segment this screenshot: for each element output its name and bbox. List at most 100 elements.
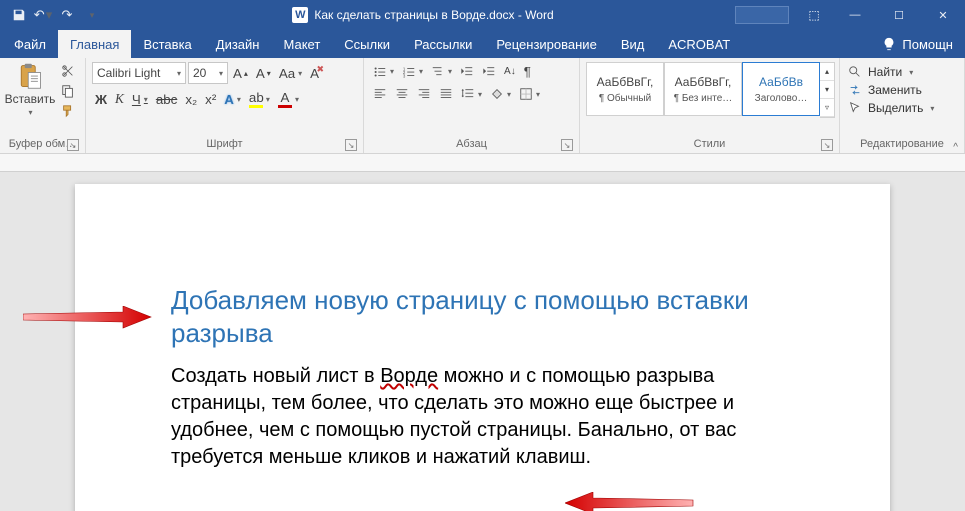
document-heading[interactable]: Добавляем новую страницу с помощью встав… bbox=[171, 284, 814, 349]
cursor-icon bbox=[848, 101, 862, 115]
styles-gallery-nav: ▴ ▾ ▿ bbox=[820, 62, 835, 118]
font-size-combo[interactable]: 20▾ bbox=[188, 62, 228, 84]
ribbon-tabs: Файл Главная Вставка Дизайн Макет Ссылки… bbox=[0, 30, 965, 58]
styles-dialog-launcher[interactable]: ↘ bbox=[821, 139, 833, 151]
tab-review[interactable]: Рецензирование bbox=[484, 30, 608, 58]
tab-references[interactable]: Ссылки bbox=[332, 30, 402, 58]
save-icon[interactable] bbox=[10, 6, 28, 24]
style-heading1[interactable]: АаБбВв Заголово… bbox=[742, 62, 820, 116]
align-right-icon bbox=[417, 87, 431, 101]
[interactable]: ▾ bbox=[487, 85, 514, 103]
sort-button[interactable]: A↓ bbox=[501, 64, 519, 79]
change-case-button[interactable]: Aa▾ bbox=[276, 64, 305, 83]
tab-design[interactable]: Дизайн bbox=[204, 30, 272, 58]
format-painter-button[interactable] bbox=[58, 102, 78, 120]
qat-customize-icon[interactable]: ▾ bbox=[83, 6, 101, 24]
style-nospacing[interactable]: АаБбВвГг, ¶ Без инте… bbox=[664, 62, 742, 116]
ruler[interactable] bbox=[0, 154, 965, 172]
undo-icon[interactable]: ↶▾ bbox=[34, 6, 52, 24]
maximize-button[interactable]: ☐ bbox=[877, 0, 921, 30]
show-marks-button[interactable]: ¶ bbox=[521, 62, 534, 81]
spellcheck-word[interactable]: Ворде bbox=[380, 365, 438, 387]
styles-label: Стили bbox=[694, 138, 726, 150]
lightbulb-icon bbox=[882, 37, 896, 51]
annotation-arrow-left bbox=[23, 306, 153, 330]
line-spacing-icon bbox=[461, 87, 475, 101]
highlight-button[interactable]: ab▾ bbox=[246, 88, 273, 110]
editing-label: Редактирование bbox=[860, 138, 944, 150]
annotation-arrow-right bbox=[565, 492, 695, 511]
replace-button[interactable]: Заменить bbox=[846, 82, 924, 98]
text-effects-button[interactable]: A▾ bbox=[221, 90, 244, 109]
document-body[interactable]: Создать новый лист в Ворде можно и с пом… bbox=[171, 363, 814, 471]
bullets-icon bbox=[373, 65, 387, 79]
tell-me[interactable]: Помощн bbox=[870, 30, 965, 58]
tab-acrobat[interactable]: ACROBAT bbox=[656, 30, 742, 58]
select-button[interactable]: Выделить▾ bbox=[846, 100, 936, 116]
bullets-button[interactable]: ▾ bbox=[370, 63, 397, 81]
clear-formatting-button[interactable]: A✖ bbox=[307, 64, 322, 83]
copy-icon bbox=[61, 84, 75, 98]
document-page[interactable]: Добавляем новую страницу с помощью встав… bbox=[75, 184, 890, 511]
font-dialog-launcher[interactable]: ↘ bbox=[345, 139, 357, 151]
font-name-value: Calibri Light bbox=[97, 66, 160, 80]
select-label: Выделить bbox=[868, 101, 923, 115]
multilevel-list-button[interactable]: ▾ bbox=[428, 63, 455, 81]
account-box[interactable] bbox=[735, 6, 789, 24]
styles-gallery[interactable]: АаБбВвГг, ¶ Обычный АаБбВвГг, ¶ Без инте… bbox=[586, 62, 835, 118]
redo-icon[interactable]: ↷ bbox=[58, 6, 76, 24]
shrink-font-button[interactable]: A▾ bbox=[253, 64, 274, 83]
align-center-button[interactable] bbox=[392, 85, 412, 103]
tab-file[interactable]: Файл bbox=[2, 30, 58, 58]
align-right-button[interactable] bbox=[414, 85, 434, 103]
cut-button[interactable] bbox=[58, 62, 78, 80]
superscript-button[interactable]: x² bbox=[202, 90, 219, 109]
grow-font-button[interactable]: A▴ bbox=[230, 64, 251, 83]
tab-layout[interactable]: Макет bbox=[271, 30, 332, 58]
gallery-down-button[interactable]: ▾ bbox=[820, 81, 834, 99]
underline-button[interactable]: Ч▾ bbox=[129, 90, 151, 109]
find-button[interactable]: Найти▾ bbox=[846, 64, 915, 80]
increase-indent-button[interactable] bbox=[479, 63, 499, 81]
justify-icon bbox=[439, 87, 453, 101]
font-color-button[interactable]: A▾ bbox=[275, 88, 302, 110]
paste-button[interactable]: Вставить ▾ bbox=[6, 62, 54, 117]
align-left-button[interactable] bbox=[370, 85, 390, 103]
borders-button[interactable]: ▾ bbox=[516, 85, 543, 103]
tab-home[interactable]: Главная bbox=[58, 30, 131, 58]
multilevel-icon bbox=[431, 65, 445, 79]
style-normal[interactable]: АаБбВвГг, ¶ Обычный bbox=[586, 62, 664, 116]
gallery-more-button[interactable]: ▿ bbox=[820, 99, 834, 117]
clipboard-dialog-launcher[interactable]: ↘ bbox=[67, 139, 79, 151]
group-clipboard: Вставить ▾ Буфер обм…↘ bbox=[0, 58, 86, 153]
line-spacing-button[interactable]: ▾ bbox=[458, 85, 485, 103]
decrease-indent-button[interactable] bbox=[457, 63, 477, 81]
tab-view[interactable]: Вид bbox=[609, 30, 657, 58]
bucket-icon bbox=[490, 87, 504, 101]
paragraph-dialog-launcher[interactable]: ↘ bbox=[561, 139, 573, 151]
body-text-pre: Создать новый лист в bbox=[171, 365, 380, 387]
tab-mailings[interactable]: Рассылки bbox=[402, 30, 484, 58]
brush-icon bbox=[61, 104, 75, 118]
document-title: Как сделать страницы в Ворде.docx - Word bbox=[314, 8, 553, 22]
copy-button[interactable] bbox=[58, 82, 78, 100]
numbering-button[interactable]: 123▾ bbox=[399, 63, 426, 81]
gallery-up-button[interactable]: ▴ bbox=[820, 63, 834, 81]
subscript-button[interactable]: x₂ bbox=[182, 90, 200, 109]
minimize-button[interactable]: — bbox=[833, 0, 877, 30]
word-icon: W bbox=[292, 7, 308, 23]
ribbon: Вставить ▾ Буфер обм…↘ Calibri Light▾ 20… bbox=[0, 58, 965, 154]
ribbon-display-icon[interactable]: ⬚ bbox=[799, 8, 829, 22]
bold-button[interactable]: Ж bbox=[92, 90, 110, 109]
strikethrough-button[interactable]: abc bbox=[153, 90, 181, 109]
align-left-icon bbox=[373, 87, 387, 101]
font-name-combo[interactable]: Calibri Light▾ bbox=[92, 62, 186, 84]
justify-button[interactable] bbox=[436, 85, 456, 103]
collapse-ribbon-button[interactable]: ^ bbox=[953, 142, 958, 153]
tab-insert[interactable]: Вставка bbox=[131, 30, 203, 58]
close-button[interactable]: ✕ bbox=[921, 0, 965, 30]
italic-button[interactable]: К bbox=[112, 89, 127, 109]
svg-text:3: 3 bbox=[403, 73, 406, 78]
quick-access-toolbar: ↶▾ ↷ ▾ bbox=[0, 6, 111, 24]
search-icon bbox=[848, 65, 862, 79]
